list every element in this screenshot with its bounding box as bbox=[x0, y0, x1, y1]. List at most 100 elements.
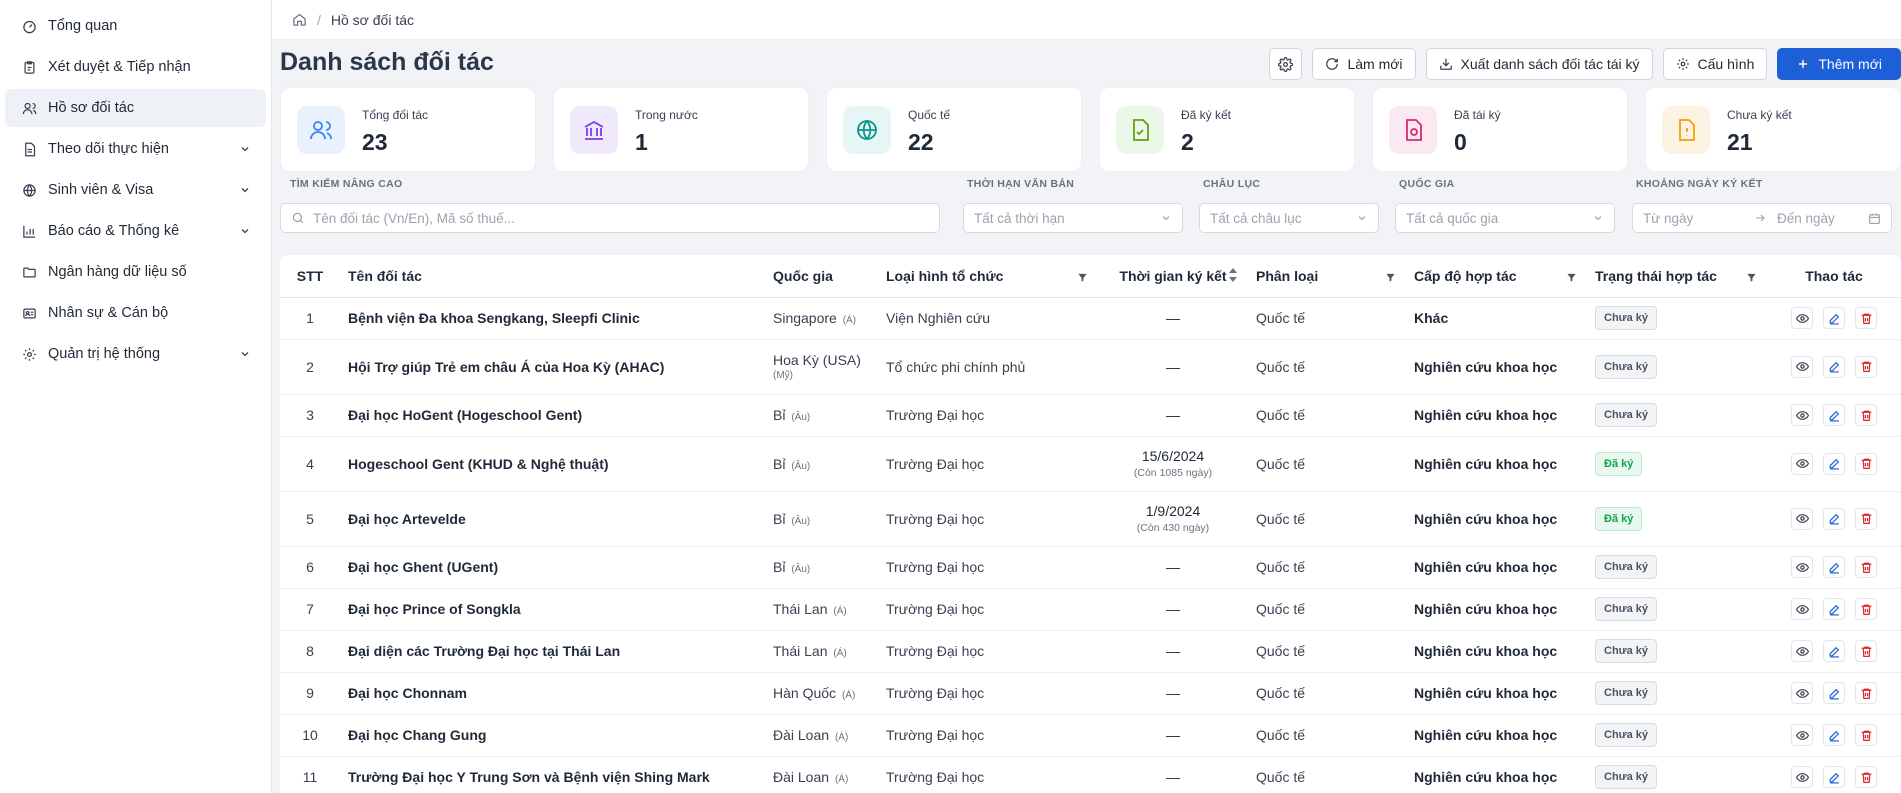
view-icon[interactable] bbox=[1791, 307, 1813, 329]
sidebar-item-5[interactable]: Sinh viên & Visa bbox=[5, 171, 266, 209]
home-icon[interactable] bbox=[292, 12, 307, 27]
delete-icon[interactable] bbox=[1855, 682, 1877, 704]
sidebar-item-1[interactable]: Tổng quan bbox=[5, 7, 266, 45]
cell-name[interactable]: Hội Trợ giúp Trẻ em châu Á của Hoa Kỳ (A… bbox=[340, 339, 765, 395]
cell-name[interactable]: Bệnh viện Đa khoa Sengkang, Sleepfi Clin… bbox=[340, 297, 765, 340]
sidebar-item-2[interactable]: Xét duyệt & Tiếp nhận bbox=[5, 48, 266, 86]
cell-name[interactable]: Hogeschool Gent (KHUD & Nghệ thuật) bbox=[340, 436, 765, 492]
col-org-type[interactable]: Loại hình tổ chức bbox=[878, 255, 1098, 298]
export-button[interactable]: Xuất danh sách đối tác tái ký bbox=[1425, 48, 1653, 80]
delete-icon[interactable] bbox=[1855, 766, 1877, 788]
col-sign-time[interactable]: Thời gian ký kết bbox=[1098, 255, 1248, 298]
table-row[interactable]: 6 Đại học Ghent (UGent) Bỉ (Âu) Trường Đ… bbox=[280, 546, 1901, 589]
view-icon[interactable] bbox=[1791, 452, 1813, 475]
edit-icon[interactable] bbox=[1823, 355, 1845, 378]
sidebar-item-9[interactable]: Quản trị hệ thống bbox=[5, 335, 266, 373]
table-row[interactable]: 11 Trường Đại học Y Trung Sơn và Bệnh vi… bbox=[280, 756, 1901, 793]
col-category[interactable]: Phân loại bbox=[1248, 255, 1406, 298]
table-row[interactable]: 7 Đại học Prince of Songkla Thái Lan (Á)… bbox=[280, 588, 1901, 631]
filter-icon[interactable] bbox=[1566, 270, 1577, 286]
view-icon[interactable] bbox=[1791, 682, 1813, 704]
search-input[interactable]: Tên đối tác (Vn/En), Mã số thuế... bbox=[280, 203, 940, 233]
add-new-button[interactable]: Thêm mới bbox=[1777, 48, 1901, 80]
country-select[interactable]: Tất cả quốc gia bbox=[1395, 203, 1615, 233]
edit-icon[interactable] bbox=[1823, 724, 1845, 746]
plus-icon bbox=[1796, 57, 1810, 71]
cell-name[interactable]: Đại học Artevelde bbox=[340, 491, 765, 547]
continent-filter-label: CHÂU LỤC bbox=[1203, 178, 1261, 190]
date-range-input[interactable]: Từ ngày Đến ngày bbox=[1632, 203, 1892, 233]
col-status[interactable]: Trạng thái hợp tác bbox=[1587, 255, 1767, 298]
sidebar-item-3[interactable]: Hồ sơ đối tác bbox=[5, 89, 266, 127]
delete-icon[interactable] bbox=[1855, 452, 1877, 475]
cell-sign-time: — bbox=[1098, 546, 1248, 589]
table-row[interactable]: 8 Đại diện các Trường Đại học tại Thái L… bbox=[280, 630, 1901, 673]
view-icon[interactable] bbox=[1791, 507, 1813, 530]
table-row[interactable]: 9 Đại học Chonnam Hàn Quốc (Á) Trường Đạ… bbox=[280, 672, 1901, 715]
edit-icon[interactable] bbox=[1823, 598, 1845, 620]
cell-category: Quốc tế bbox=[1248, 630, 1406, 673]
view-icon[interactable] bbox=[1791, 556, 1813, 578]
delete-icon[interactable] bbox=[1855, 404, 1877, 426]
table-row[interactable]: 2 Hội Trợ giúp Trẻ em châu Á của Hoa Kỳ … bbox=[280, 339, 1901, 395]
chevron-down-icon[interactable] bbox=[238, 347, 252, 361]
cell-name[interactable]: Đại diện các Trường Đại học tại Thái Lan bbox=[340, 630, 765, 673]
cell-name[interactable]: Đại học Chang Gung bbox=[340, 714, 765, 757]
sidebar-item-7[interactable]: Ngân hàng dữ liệu số bbox=[5, 253, 266, 291]
chevron-down-icon[interactable] bbox=[238, 142, 252, 156]
sidebar-item-6[interactable]: Báo cáo & Thống kê bbox=[5, 212, 266, 250]
refresh-button[interactable]: Làm mới bbox=[1312, 48, 1416, 80]
cell-name[interactable]: Trường Đại học Y Trung Sơn và Bệnh viện … bbox=[340, 756, 765, 793]
view-icon[interactable] bbox=[1791, 355, 1813, 378]
table-row[interactable]: 10 Đại học Chang Gung Đài Loan (Á) Trườn… bbox=[280, 714, 1901, 757]
edit-icon[interactable] bbox=[1823, 766, 1845, 788]
view-icon[interactable] bbox=[1791, 404, 1813, 426]
filter-icon[interactable] bbox=[1385, 270, 1396, 286]
col-country: Quốc gia bbox=[765, 255, 878, 298]
cell-name[interactable]: Đại học Ghent (UGent) bbox=[340, 546, 765, 589]
delete-icon[interactable] bbox=[1855, 724, 1877, 746]
table-row[interactable]: 3 Đại học HoGent (Hogeschool Gent) Bỉ (Â… bbox=[280, 394, 1901, 437]
date-from-placeholder[interactable]: Từ ngày bbox=[1643, 211, 1743, 226]
delete-icon[interactable] bbox=[1855, 556, 1877, 578]
edit-icon[interactable] bbox=[1823, 507, 1845, 530]
view-icon[interactable] bbox=[1791, 766, 1813, 788]
view-icon[interactable] bbox=[1791, 724, 1813, 746]
edit-icon[interactable] bbox=[1823, 452, 1845, 475]
view-icon[interactable] bbox=[1791, 598, 1813, 620]
col-coop-level[interactable]: Cấp độ hợp tác bbox=[1406, 255, 1587, 298]
edit-icon[interactable] bbox=[1823, 640, 1845, 662]
sort-icon[interactable] bbox=[1228, 268, 1238, 285]
edit-icon[interactable] bbox=[1823, 404, 1845, 426]
config-label: Cấu hình bbox=[1697, 56, 1755, 72]
config-button[interactable]: Cấu hình bbox=[1662, 48, 1768, 80]
edit-icon[interactable] bbox=[1823, 556, 1845, 578]
cell-name[interactable]: Đại học Prince of Songkla bbox=[340, 588, 765, 631]
sidebar-item-4[interactable]: Theo dõi thực hiện bbox=[5, 130, 266, 168]
cell-stt: 7 bbox=[280, 588, 340, 631]
table-row[interactable]: 1 Bệnh viện Đa khoa Sengkang, Sleepfi Cl… bbox=[280, 297, 1901, 340]
sign-date: — bbox=[1166, 769, 1180, 785]
settings-button[interactable] bbox=[1269, 48, 1303, 80]
delete-icon[interactable] bbox=[1855, 640, 1877, 662]
chevron-down-icon[interactable] bbox=[238, 183, 252, 197]
delete-icon[interactable] bbox=[1855, 307, 1877, 329]
delete-icon[interactable] bbox=[1855, 598, 1877, 620]
table-row[interactable]: 5 Đại học Artevelde Bỉ (Âu) Trường Đại h… bbox=[280, 491, 1901, 547]
cell-country: Bỉ (Âu) bbox=[765, 546, 878, 589]
view-icon[interactable] bbox=[1791, 640, 1813, 662]
cell-name[interactable]: Đại học HoGent (Hogeschool Gent) bbox=[340, 394, 765, 437]
delete-icon[interactable] bbox=[1855, 507, 1877, 530]
edit-icon[interactable] bbox=[1823, 307, 1845, 329]
edit-icon[interactable] bbox=[1823, 682, 1845, 704]
sidebar-item-8[interactable]: Nhân sự & Cán bộ bbox=[5, 294, 266, 332]
table-row[interactable]: 4 Hogeschool Gent (KHUD & Nghệ thuật) Bỉ… bbox=[280, 436, 1901, 492]
chevron-down-icon[interactable] bbox=[238, 224, 252, 238]
delete-icon[interactable] bbox=[1855, 355, 1877, 378]
date-to-placeholder[interactable]: Đến ngày bbox=[1777, 211, 1868, 226]
continent-select[interactable]: Tất cả châu lục bbox=[1199, 203, 1379, 233]
filter-icon[interactable] bbox=[1077, 270, 1088, 286]
term-select[interactable]: Tất cả thời hạn bbox=[963, 203, 1183, 233]
cell-name[interactable]: Đại học Chonnam bbox=[340, 672, 765, 715]
filter-icon[interactable] bbox=[1746, 270, 1757, 286]
